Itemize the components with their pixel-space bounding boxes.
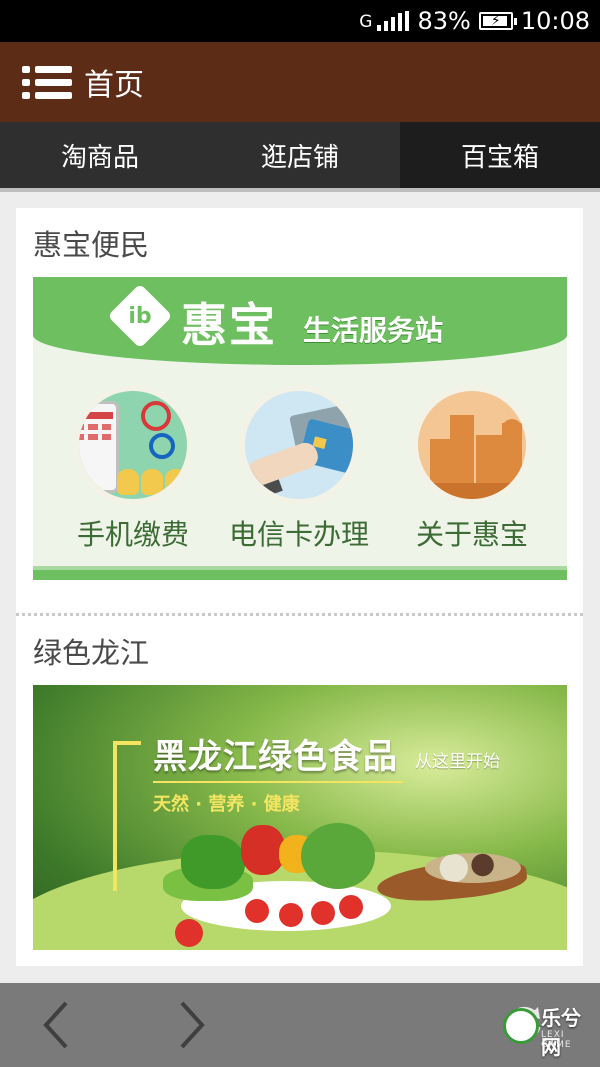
service-label: 手机缴费 bbox=[76, 518, 190, 551]
tomato-image bbox=[245, 899, 269, 923]
banner-footer-stripe bbox=[33, 566, 567, 580]
service-about-huibao[interactable]: 关于惠宝 bbox=[412, 385, 532, 551]
service-phone-payment[interactable]: 手机缴费 bbox=[73, 385, 193, 551]
menu-icon[interactable] bbox=[22, 64, 72, 100]
service-label: 关于惠宝 bbox=[415, 518, 529, 551]
battery-charging-icon: ⚡ bbox=[478, 12, 517, 30]
banner-bracket bbox=[113, 741, 141, 891]
banner-subtitle: 生活服务站 bbox=[303, 314, 444, 347]
banner-rule bbox=[153, 781, 403, 783]
tab-label: 淘商品 bbox=[60, 142, 139, 173]
content-card: 惠宝便民 ib 惠宝 生活服务站 手机缴费 电信卡办理 关于惠宝 绿色龙江 黑龙… bbox=[16, 208, 583, 966]
huibao-service-banner[interactable]: ib 惠宝 生活服务站 手机缴费 电信卡办理 关于惠宝 bbox=[33, 277, 567, 580]
city-icon bbox=[412, 385, 532, 505]
signal-icon: G bbox=[359, 11, 410, 32]
tomato-image bbox=[311, 901, 335, 925]
tab-label: 逛店铺 bbox=[260, 142, 339, 173]
service-label: 电信卡办理 bbox=[228, 518, 370, 551]
phone-payment-icon bbox=[73, 385, 193, 505]
tomato-image bbox=[175, 919, 203, 947]
service-telecom-card[interactable]: 电信卡办理 bbox=[229, 385, 369, 551]
broccoli-image bbox=[301, 823, 375, 889]
battery-percent: 83% bbox=[417, 7, 471, 35]
huibao-logo-icon: ib bbox=[107, 283, 173, 349]
watermark-logo-icon bbox=[503, 1008, 539, 1044]
banner-header: ib 惠宝 生活服务站 bbox=[33, 277, 567, 365]
network-type: G bbox=[359, 12, 373, 32]
green-food-banner[interactable]: 黑龙江绿色食品 从这里开始 天然 · 营养 · 健康 bbox=[33, 685, 567, 950]
bank-card-icon bbox=[239, 385, 359, 505]
status-bar: G 83% ⚡ 10:08 bbox=[0, 0, 600, 42]
chevron-right-icon bbox=[180, 1001, 205, 1049]
tab-treasure-box[interactable]: 百宝箱 bbox=[400, 122, 600, 188]
page-title: 首页 bbox=[84, 68, 144, 103]
section-title-huibao: 惠宝便民 bbox=[33, 228, 150, 262]
tab-shops[interactable]: 逛店铺 bbox=[200, 122, 400, 188]
tab-bar: 淘商品 逛店铺 百宝箱 bbox=[0, 122, 600, 192]
back-button[interactable] bbox=[28, 995, 88, 1055]
section-title-green-longjiang: 绿色龙江 bbox=[33, 636, 150, 670]
watermark-sub: LEXI GAME bbox=[541, 1030, 572, 1050]
tomato-image bbox=[279, 903, 303, 927]
site-watermark: 乐兮网 LEXI GAME bbox=[503, 1000, 595, 1059]
green-pepper-image bbox=[181, 835, 245, 889]
banner-tagline: 天然 · 营养 · 健康 bbox=[153, 794, 300, 815]
app-header: 首页 bbox=[0, 42, 600, 122]
status-indicators: G 83% ⚡ 10:08 bbox=[359, 0, 590, 42]
tab-label: 百宝箱 bbox=[460, 142, 539, 173]
forward-button[interactable] bbox=[160, 995, 220, 1055]
tomato-image bbox=[339, 895, 363, 919]
clock: 10:08 bbox=[520, 7, 590, 35]
banner-headline-small: 从这里开始 bbox=[415, 752, 500, 772]
grains-image bbox=[425, 853, 521, 883]
section-divider bbox=[16, 613, 583, 616]
tab-products[interactable]: 淘商品 bbox=[0, 122, 200, 188]
banner-brand: 惠宝 bbox=[181, 298, 277, 352]
chevron-left-icon bbox=[43, 1001, 68, 1049]
banner-headline: 黑龙江绿色食品 bbox=[153, 737, 398, 777]
